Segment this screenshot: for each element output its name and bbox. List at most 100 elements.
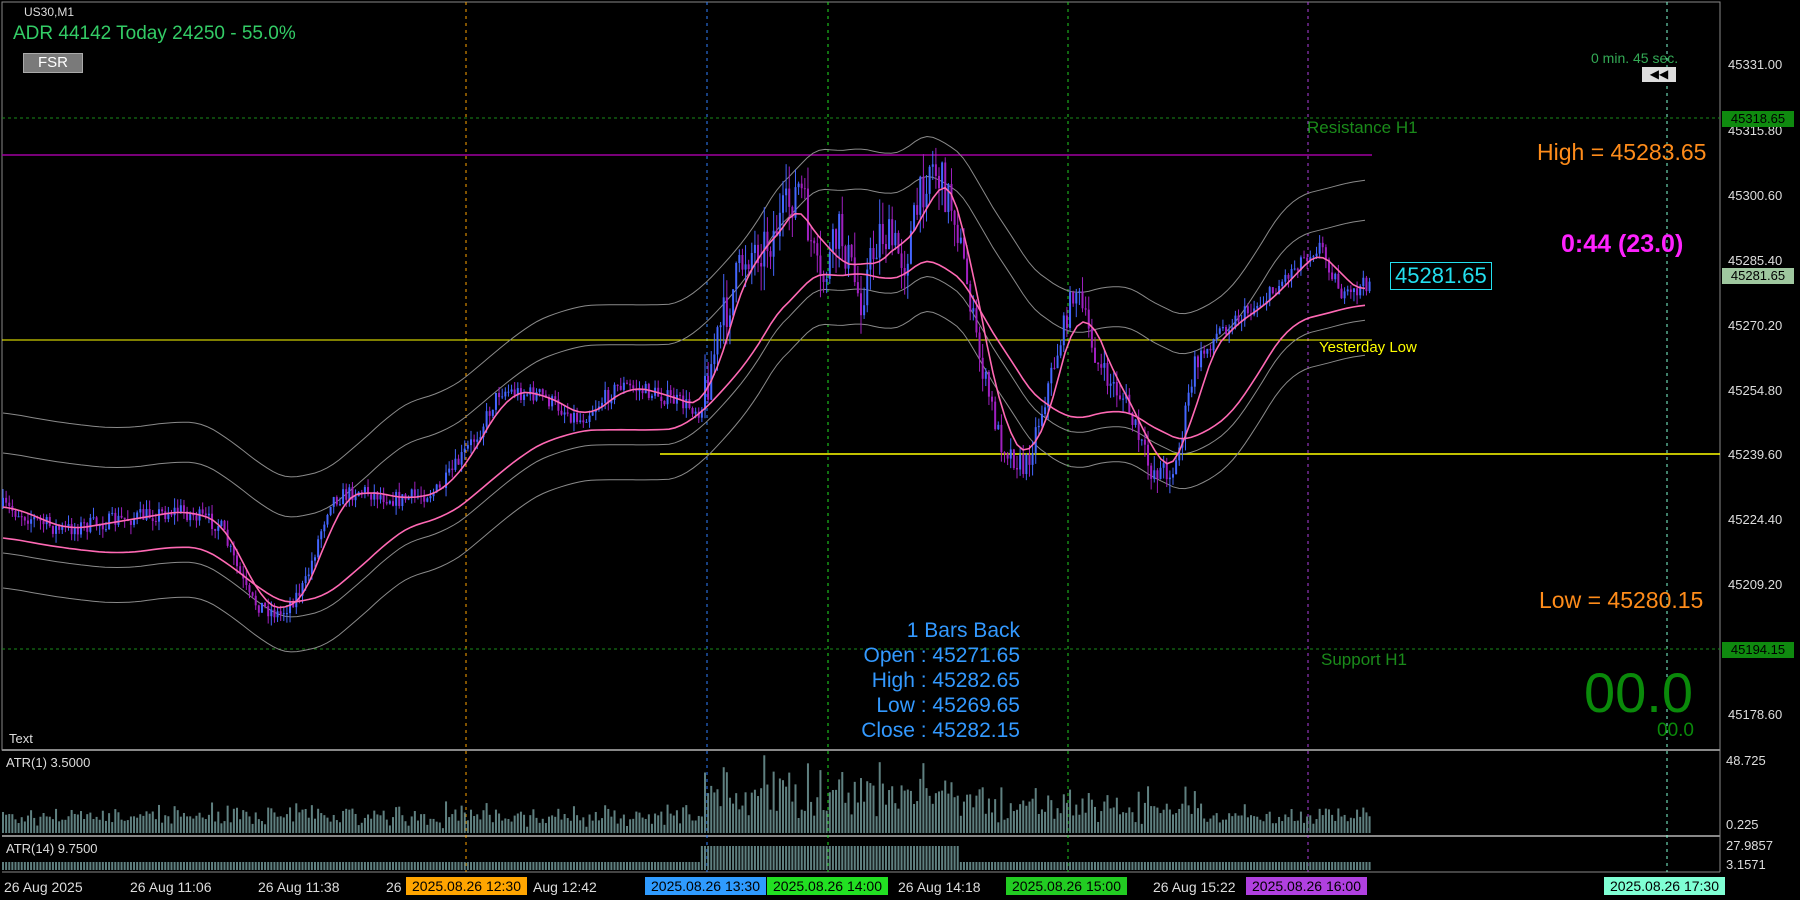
candle-body (666, 390, 669, 405)
atr14-bar (950, 846, 953, 870)
candle-body (8, 502, 11, 506)
candle-body (207, 513, 210, 516)
atr14-axis-max: 27.9857 (1726, 838, 1773, 853)
atr14-label: ATR(14) 9.7500 (6, 841, 98, 856)
candle-body (423, 496, 426, 502)
atr14-bar (1122, 862, 1125, 870)
candle-body (211, 513, 214, 529)
atr14-bar (679, 862, 682, 870)
atr14-bar (750, 846, 753, 870)
atr1-bar (398, 806, 401, 833)
candle-body (884, 244, 887, 250)
candle-body (1000, 424, 1003, 453)
atr1-bar (289, 807, 292, 833)
atr14-bar (969, 862, 972, 870)
atr1-bar (791, 801, 794, 833)
atr14-bar (1231, 862, 1234, 870)
atr14-bar (1134, 862, 1137, 870)
atr1-bar (248, 816, 251, 833)
atr1-bar (401, 815, 404, 833)
atr14-bar (981, 862, 984, 870)
atr1-bar (560, 819, 563, 833)
atr14-bar (164, 862, 167, 870)
time-axis-label: Aug 12:42 (533, 879, 597, 895)
atr1-bar (416, 820, 419, 833)
atr1-bar (597, 820, 600, 833)
atr14-bar (1087, 862, 1090, 870)
atr14-bar (941, 846, 944, 870)
atr14-bar (532, 862, 535, 870)
atr14-bar (1075, 862, 1078, 870)
candle-body (164, 511, 167, 519)
atr1-bar (529, 815, 532, 833)
atr14-bar (744, 846, 747, 870)
atr1-bar (1159, 813, 1162, 833)
atr14-bar (1349, 862, 1352, 870)
atr1-bar (582, 817, 585, 833)
atr14-bar (1228, 862, 1231, 870)
candle-body (398, 491, 401, 507)
candle-body (569, 413, 572, 423)
atr1-bar (828, 792, 831, 833)
candle-body (1165, 463, 1168, 480)
atr1-bar (1312, 823, 1315, 833)
atr1-bar (301, 809, 304, 833)
candle-body (426, 498, 429, 502)
rewind-button[interactable]: ◀◀ (1642, 67, 1676, 82)
atr1-bar (741, 805, 744, 833)
atr1-bar (732, 803, 735, 833)
atr14-bar (454, 862, 457, 870)
candle-body (80, 522, 82, 535)
candle-body (978, 332, 981, 358)
atr14-bar (1203, 862, 1206, 870)
candle-body (582, 420, 585, 423)
atr14-bar (236, 862, 238, 870)
candle-body (941, 162, 944, 189)
candle-body (1078, 291, 1081, 293)
atr14-bar (697, 862, 700, 870)
atr14-bar (563, 862, 566, 870)
candle-body (1187, 392, 1190, 406)
atr14-bar (161, 862, 164, 870)
atr14-bar (747, 846, 750, 870)
atr1-bar (1190, 813, 1193, 833)
atr1-bar (1053, 818, 1056, 833)
price-axis-label: 45300.60 (1728, 188, 1783, 203)
time-axis-label: 26 (386, 879, 402, 895)
atr1-bar (1103, 801, 1106, 833)
atr1-bar (276, 816, 279, 833)
atr1-bar (994, 799, 997, 833)
atr14-bar (822, 846, 825, 870)
price-chart[interactable] (0, 0, 1800, 900)
atr1-bar (207, 814, 210, 833)
candle-body (863, 305, 866, 316)
atr14-bar (966, 862, 969, 870)
candle-body (220, 520, 223, 527)
atr1-bar (928, 795, 931, 833)
atr14-bar (1072, 862, 1075, 870)
atr14-bar (778, 846, 781, 870)
atr1-bar (494, 809, 497, 833)
atr1-bar (363, 817, 366, 833)
atr1-bar (1278, 816, 1281, 833)
atr14-bar (884, 846, 887, 870)
atr1-bar (626, 825, 628, 833)
atr14-bar (51, 862, 54, 870)
atr14-bar (491, 862, 494, 870)
atr1-bar (797, 818, 800, 833)
atr14-bar (429, 862, 432, 870)
candle-body (382, 495, 385, 503)
atr1-bar (70, 809, 73, 833)
atr1-bar (728, 797, 731, 833)
fsr-button[interactable]: FSR (23, 53, 83, 73)
atr14-bar (548, 862, 550, 870)
atr1-bar (64, 819, 67, 833)
candle-body (1206, 348, 1209, 354)
atr14-bar (98, 862, 101, 870)
atr14-bar (1265, 862, 1268, 870)
atr14-bar (1006, 862, 1009, 870)
price-axis-label: 45209.20 (1728, 577, 1783, 592)
outer-upper-band (2, 135, 1366, 478)
candle-body (338, 504, 341, 506)
candle-body (526, 394, 529, 396)
